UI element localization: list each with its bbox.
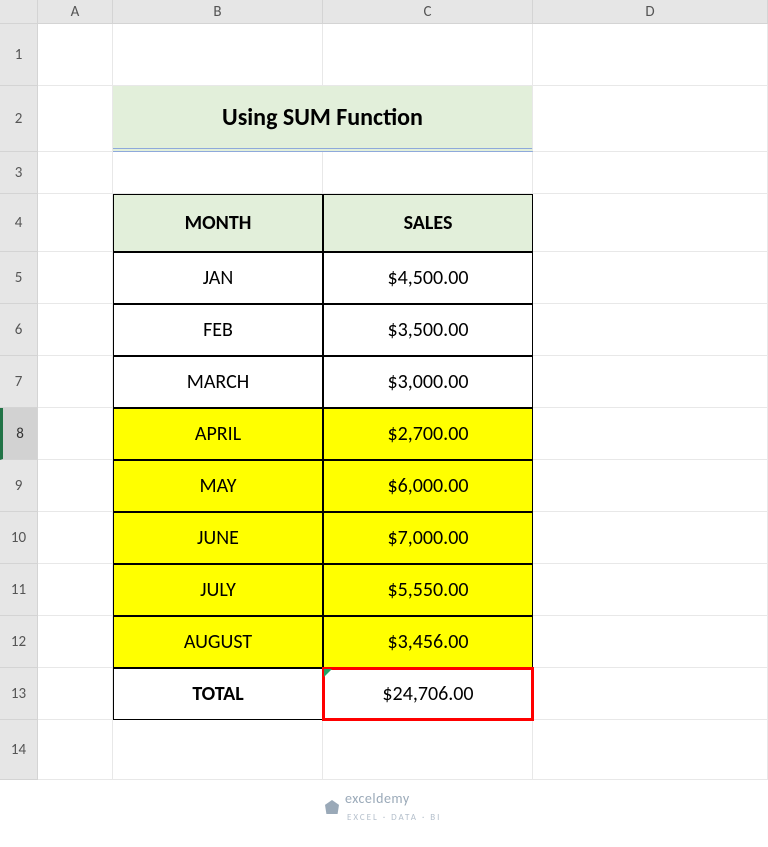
cell-month-march[interactable]: MARCH: [113, 356, 323, 408]
cell-A12[interactable]: [38, 616, 113, 668]
row-header-3[interactable]: 3: [0, 152, 38, 194]
row-header-14[interactable]: 14: [0, 720, 38, 780]
cell-A1[interactable]: [38, 24, 113, 86]
cell-D9[interactable]: [533, 460, 768, 512]
row-header-10[interactable]: 10: [0, 512, 38, 564]
title-cell[interactable]: Using SUM Function: [113, 86, 533, 152]
watermark-tagline: EXCEL · DATA · BI: [347, 812, 441, 823]
cell-D12[interactable]: [533, 616, 768, 668]
cell-D1[interactable]: [533, 24, 768, 86]
cell-D6[interactable]: [533, 304, 768, 356]
cell-B3[interactable]: [113, 152, 323, 194]
cell-C1[interactable]: [323, 24, 533, 86]
header-sales[interactable]: SALES: [323, 194, 533, 252]
col-header-D[interactable]: D: [533, 0, 768, 24]
cell-A7[interactable]: [38, 356, 113, 408]
cell-sales-june[interactable]: $7,000.00: [323, 512, 533, 564]
cell-A9[interactable]: [38, 460, 113, 512]
cell-total-value[interactable]: $24,706.00: [323, 668, 533, 720]
cell-D14[interactable]: [533, 720, 768, 780]
cell-total-label[interactable]: TOTAL: [113, 668, 323, 720]
row-header-7[interactable]: 7: [0, 356, 38, 408]
cell-C3[interactable]: [323, 152, 533, 194]
cell-D3[interactable]: [533, 152, 768, 194]
cell-D8[interactable]: [533, 408, 768, 460]
cell-A4[interactable]: [38, 194, 113, 252]
cell-sales-jan[interactable]: $4,500.00: [323, 252, 533, 304]
cell-month-june[interactable]: JUNE: [113, 512, 323, 564]
cell-D10[interactable]: [533, 512, 768, 564]
row-header-5[interactable]: 5: [0, 252, 38, 304]
row-header-4[interactable]: 4: [0, 194, 38, 252]
row-header-13[interactable]: 13: [0, 668, 38, 720]
col-header-B[interactable]: B: [113, 0, 323, 24]
cell-A5[interactable]: [38, 252, 113, 304]
row-header-2[interactable]: 2: [0, 86, 38, 152]
cell-C14[interactable]: [323, 720, 533, 780]
cell-D2[interactable]: [533, 86, 768, 152]
cell-sales-august[interactable]: $3,456.00: [323, 616, 533, 668]
cell-A14[interactable]: [38, 720, 113, 780]
cell-month-may[interactable]: MAY: [113, 460, 323, 512]
cell-A8[interactable]: [38, 408, 113, 460]
cell-month-jan[interactable]: JAN: [113, 252, 323, 304]
cell-D7[interactable]: [533, 356, 768, 408]
cell-sales-feb[interactable]: $3,500.00: [323, 304, 533, 356]
cell-B14[interactable]: [113, 720, 323, 780]
spreadsheet-grid: A B C D 1 2 Using SUM Function 3 4 MONTH…: [0, 0, 768, 780]
cell-sales-april[interactable]: $2,700.00: [323, 408, 533, 460]
cell-sales-july[interactable]: $5,550.00: [323, 564, 533, 616]
header-month[interactable]: MONTH: [113, 194, 323, 252]
cell-month-april[interactable]: APRIL: [113, 408, 323, 460]
cell-A13[interactable]: [38, 668, 113, 720]
cell-month-august[interactable]: AUGUST: [113, 616, 323, 668]
cell-A3[interactable]: [38, 152, 113, 194]
row-header-8[interactable]: 8: [0, 408, 38, 460]
row-header-6[interactable]: 6: [0, 304, 38, 356]
col-header-C[interactable]: C: [323, 0, 533, 24]
cell-A2[interactable]: [38, 86, 113, 152]
cell-B1[interactable]: [113, 24, 323, 86]
cell-A11[interactable]: [38, 564, 113, 616]
watermark-brand: exceldemy: [345, 790, 410, 807]
row-header-12[interactable]: 12: [0, 616, 38, 668]
cell-month-july[interactable]: JULY: [113, 564, 323, 616]
cell-D11[interactable]: [533, 564, 768, 616]
cell-sales-march[interactable]: $3,000.00: [323, 356, 533, 408]
row-header-1[interactable]: 1: [0, 24, 38, 86]
watermark: exceldemy EXCEL · DATA · BI: [325, 790, 441, 824]
watermark-logo-icon: [325, 800, 339, 814]
row-header-9[interactable]: 9: [0, 460, 38, 512]
cell-sales-may[interactable]: $6,000.00: [323, 460, 533, 512]
cell-D4[interactable]: [533, 194, 768, 252]
select-all-corner[interactable]: [0, 0, 38, 24]
cell-D13[interactable]: [533, 668, 768, 720]
col-header-A[interactable]: A: [38, 0, 113, 24]
cell-D5[interactable]: [533, 252, 768, 304]
cell-A6[interactable]: [38, 304, 113, 356]
row-header-11[interactable]: 11: [0, 564, 38, 616]
cell-A10[interactable]: [38, 512, 113, 564]
cell-month-feb[interactable]: FEB: [113, 304, 323, 356]
